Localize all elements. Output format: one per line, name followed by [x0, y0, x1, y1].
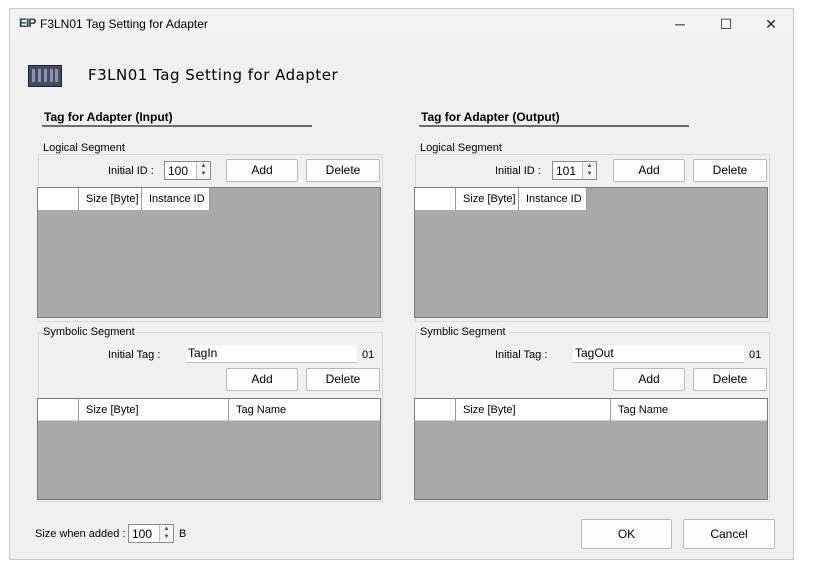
output-section-divider — [419, 125, 689, 127]
row-header-cell — [415, 188, 456, 210]
spin-down-icon[interactable]: ▼ — [197, 170, 210, 178]
input-initial-tag-label: Initial Tag : — [108, 349, 161, 361]
plc-rack-icon — [28, 65, 62, 87]
output-initial-id-value: 101 — [556, 164, 577, 178]
size-when-added-label: Size when added : — [35, 528, 126, 540]
table-header: Size [Byte] Tag Name — [38, 399, 380, 421]
output-symbolic-label: Symblic Segment — [419, 326, 507, 338]
column-header-tag-name[interactable]: Tag Name — [229, 399, 380, 421]
minimize-button[interactable]: ─ — [658, 9, 702, 39]
column-header-size[interactable]: Size [Byte] — [456, 188, 519, 210]
close-button[interactable]: ✕ — [749, 9, 793, 39]
maximize-button[interactable]: ☐ — [704, 9, 748, 39]
output-tag-suffix: 01 — [749, 349, 762, 361]
output-section-title: Tag for Adapter (Output) — [421, 110, 560, 124]
row-header-cell — [415, 399, 456, 421]
spin-up-icon[interactable]: ▲ — [583, 162, 596, 170]
output-logical-table[interactable]: Size [Byte] Instance ID — [414, 187, 768, 318]
column-header-tag-name[interactable]: Tag Name — [611, 399, 767, 421]
input-initial-id-stepper[interactable]: 100 ▲ ▼ — [164, 161, 211, 180]
size-when-added-value: 100 — [132, 527, 153, 541]
column-header-size[interactable]: Size [Byte] — [79, 399, 229, 421]
output-logical-delete-button[interactable]: Delete — [693, 159, 767, 182]
page-title: F3LN01 Tag Setting for Adapter — [88, 66, 339, 84]
spin-down-icon[interactable]: ▼ — [583, 170, 596, 178]
input-initial-id-value: 100 — [168, 164, 189, 178]
dialog-window: EIP F3LN01 Tag Setting for Adapter ─ ☐ ✕… — [9, 8, 794, 560]
output-initial-tag-label: Initial Tag : — [495, 349, 548, 361]
output-symbolic-table[interactable]: Size [Byte] Tag Name — [414, 398, 768, 500]
input-section-title: Tag for Adapter (Input) — [44, 110, 173, 124]
input-initial-id-label: Initial ID : — [108, 165, 154, 177]
spin-arrows[interactable]: ▲ ▼ — [582, 162, 596, 179]
spin-up-icon[interactable]: ▲ — [160, 525, 173, 533]
input-symbolic-delete-button[interactable]: Delete — [306, 368, 380, 391]
spin-up-icon[interactable]: ▲ — [197, 162, 210, 170]
size-when-added-stepper[interactable]: 100 ▲ ▼ — [128, 524, 174, 543]
input-section-divider — [42, 125, 312, 127]
output-logical-label: Logical Segment — [419, 142, 503, 154]
column-header-size[interactable]: Size [Byte] — [79, 188, 142, 210]
ok-button[interactable]: OK — [581, 519, 672, 549]
spin-arrows[interactable]: ▲ ▼ — [196, 162, 210, 179]
table-header: Size [Byte] Tag Name — [415, 399, 767, 421]
input-tag-suffix: 01 — [362, 349, 375, 361]
title-bar: EIP F3LN01 Tag Setting for Adapter ─ ☐ ✕ — [10, 9, 793, 39]
output-initial-id-label: Initial ID : — [495, 165, 541, 177]
column-header-size[interactable]: Size [Byte] — [456, 399, 611, 421]
output-logical-add-button[interactable]: Add — [613, 159, 685, 182]
input-logical-table[interactable]: Size [Byte] Instance ID — [37, 187, 381, 318]
table-header: Size [Byte] Instance ID — [415, 188, 587, 210]
input-initial-tag-field[interactable]: TagIn — [186, 345, 357, 363]
output-symbolic-delete-button[interactable]: Delete — [693, 368, 767, 391]
spin-arrows[interactable]: ▲ ▼ — [159, 525, 173, 542]
output-symbolic-add-button[interactable]: Add — [613, 368, 685, 391]
input-symbolic-label: Symbolic Segment — [42, 326, 136, 338]
column-header-instance-id[interactable]: Instance ID — [142, 188, 210, 210]
cancel-button[interactable]: Cancel — [683, 519, 775, 549]
row-header-cell — [38, 188, 79, 210]
spin-down-icon[interactable]: ▼ — [160, 533, 173, 541]
input-symbolic-table[interactable]: Size [Byte] Tag Name — [37, 398, 381, 500]
output-initial-tag-field[interactable]: TagOut — [573, 345, 744, 363]
input-symbolic-add-button[interactable]: Add — [226, 368, 298, 391]
window-title: F3LN01 Tag Setting for Adapter — [40, 17, 208, 31]
column-header-instance-id[interactable]: Instance ID — [519, 188, 587, 210]
row-header-cell — [38, 399, 79, 421]
output-initial-id-stepper[interactable]: 101 ▲ ▼ — [552, 161, 597, 180]
table-header: Size [Byte] Instance ID — [38, 188, 210, 210]
dialog-header: F3LN01 Tag Setting for Adapter — [10, 39, 793, 103]
input-logical-delete-button[interactable]: Delete — [306, 159, 380, 182]
eip-icon: EIP — [19, 16, 36, 30]
input-logical-add-button[interactable]: Add — [226, 159, 298, 182]
size-unit: B — [179, 528, 187, 540]
input-logical-label: Logical Segment — [42, 142, 126, 154]
